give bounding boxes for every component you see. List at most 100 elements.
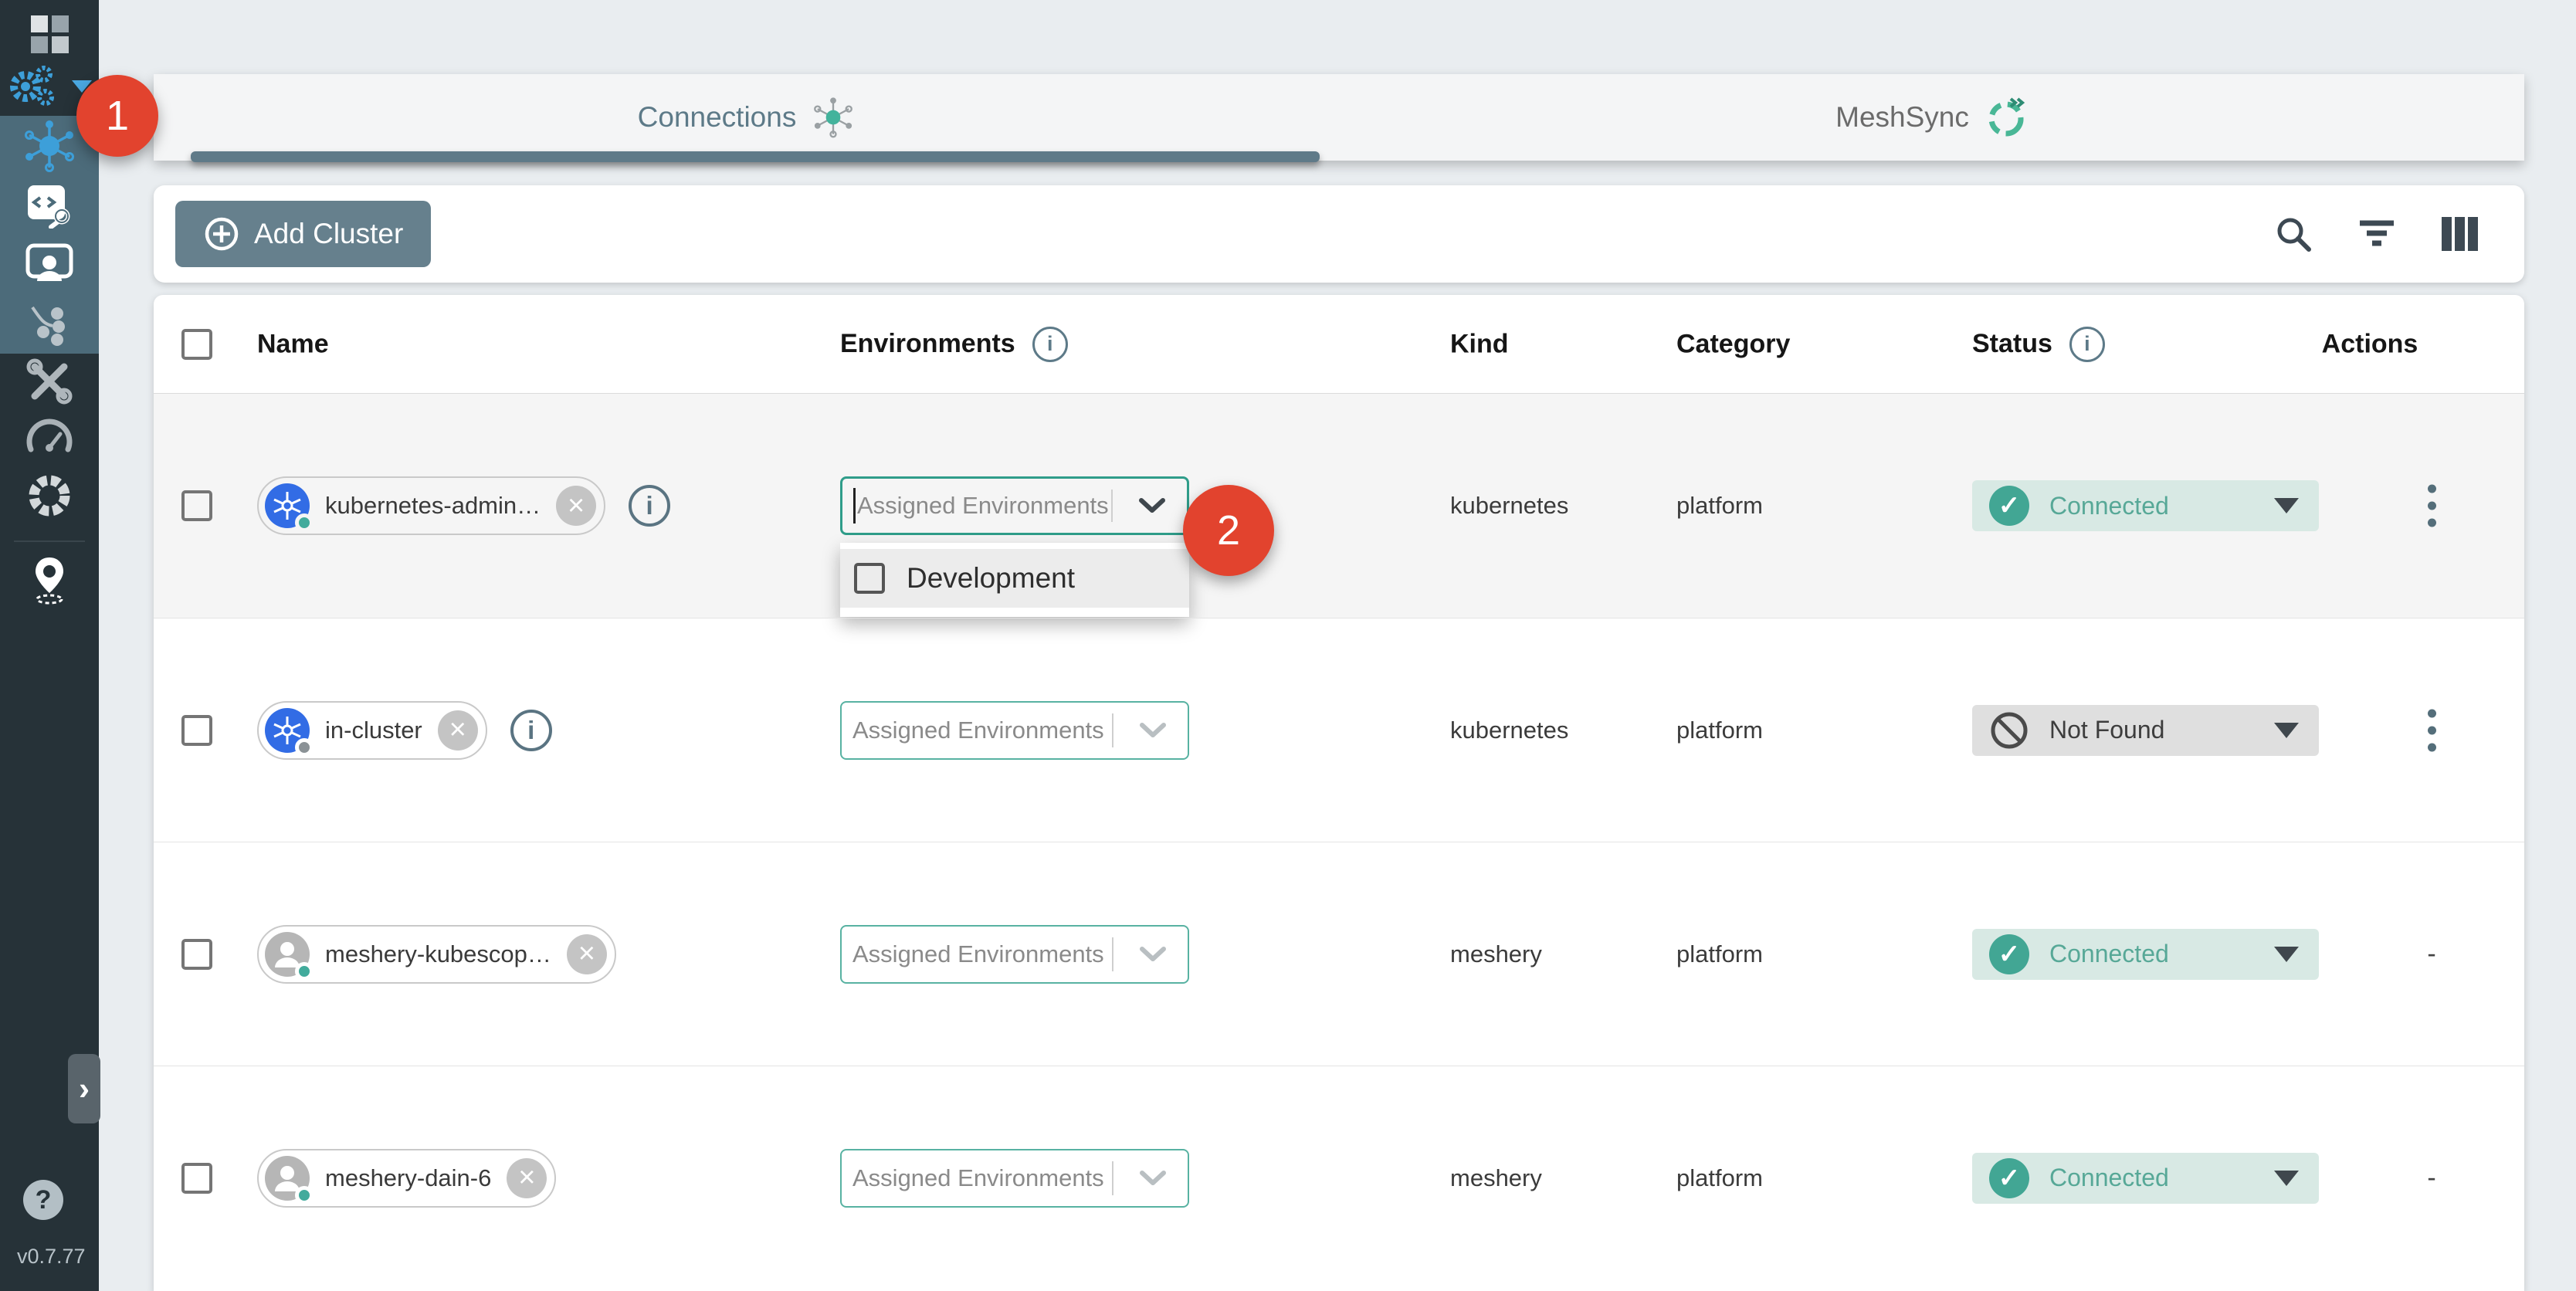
remove-connection-icon[interactable]: × bbox=[567, 934, 607, 974]
row-checkbox[interactable] bbox=[181, 1163, 212, 1194]
text-cursor bbox=[853, 488, 856, 524]
connection-chip[interactable]: meshery-dain-6 × bbox=[257, 1149, 556, 1208]
status-info-icon[interactable]: i bbox=[2069, 327, 2105, 362]
environments-placeholder: Assigned Environments bbox=[852, 940, 1104, 968]
connection-name: meshery-kubescop… bbox=[325, 940, 551, 968]
tab-meshsync[interactable]: MeshSync bbox=[1339, 74, 2524, 161]
select-divider bbox=[1112, 937, 1113, 971]
environments-select[interactable]: Assigned Environments bbox=[840, 1149, 1189, 1208]
kubernetes-icon bbox=[265, 708, 310, 753]
remove-connection-icon[interactable]: × bbox=[507, 1158, 547, 1198]
tab-connections[interactable]: Connections bbox=[154, 74, 1339, 161]
check-circle-icon: ✓ bbox=[1989, 934, 2029, 974]
row-checkbox[interactable] bbox=[181, 939, 212, 970]
annotation-step-1: 1 bbox=[76, 75, 158, 157]
kind-value: meshery bbox=[1450, 940, 1542, 968]
search-icon[interactable] bbox=[2274, 215, 2313, 253]
remove-connection-icon[interactable]: × bbox=[438, 710, 478, 751]
table-row: meshery-kubescop… × Assigned Environment… bbox=[154, 842, 2524, 1066]
connection-name: in-cluster bbox=[325, 717, 422, 744]
dashboard-grid-icon[interactable] bbox=[0, 6, 99, 62]
tab-meshsync-label: MeshSync bbox=[1835, 101, 1969, 134]
check-circle-icon: ✓ bbox=[1989, 486, 2029, 526]
kebab-menu-icon[interactable] bbox=[2423, 704, 2441, 756]
status-caret-icon bbox=[2274, 1171, 2299, 1186]
active-tab-indicator bbox=[191, 151, 1320, 162]
header-category[interactable]: Category bbox=[1676, 329, 1790, 359]
status-label: Connected bbox=[2049, 940, 2169, 968]
header-actions: Actions bbox=[2293, 329, 2447, 359]
kebab-menu-icon[interactable] bbox=[2423, 480, 2441, 532]
header-environments[interactable]: Environments bbox=[840, 329, 1015, 359]
connection-name: kubernetes-admin… bbox=[325, 492, 541, 520]
plus-circle-icon bbox=[203, 215, 240, 252]
status-dot bbox=[295, 1186, 314, 1205]
environments-dropdown: Development bbox=[840, 543, 1189, 617]
kind-value: kubernetes bbox=[1450, 717, 1568, 744]
connection-info-icon[interactable]: i bbox=[629, 485, 670, 527]
status-dot bbox=[295, 962, 314, 981]
view-columns-icon[interactable] bbox=[2441, 216, 2479, 252]
environments-select[interactable]: Assigned Environments bbox=[840, 925, 1189, 984]
sidebar-expand-handle[interactable]: › bbox=[68, 1054, 100, 1123]
connections-table: Name Environments i Kind Category Status… bbox=[154, 295, 2524, 1291]
remove-connection-icon[interactable]: × bbox=[556, 486, 596, 526]
environments-select[interactable]: Assigned Environments bbox=[840, 476, 1189, 535]
select-all-checkbox[interactable] bbox=[181, 329, 212, 360]
status-caret-icon bbox=[2274, 498, 2299, 513]
chevron-down-icon[interactable] bbox=[1140, 947, 1166, 962]
kind-value: meshery bbox=[1450, 1164, 1542, 1192]
status-chip[interactable]: ✓ Connected bbox=[1972, 929, 2319, 980]
extensions-icon[interactable] bbox=[0, 468, 99, 524]
select-divider bbox=[1112, 713, 1113, 747]
table-row: in-cluster × i Assigned Environments kub… bbox=[154, 618, 2524, 842]
environments-placeholder: Assigned Environments bbox=[857, 492, 1109, 520]
status-chip[interactable]: ✓ Connected bbox=[1972, 1153, 2319, 1204]
location-pin-icon[interactable] bbox=[0, 553, 99, 608]
environments-select[interactable]: Assigned Environments bbox=[840, 701, 1189, 760]
not-found-icon bbox=[1989, 710, 2029, 751]
header-name[interactable]: Name bbox=[257, 329, 329, 359]
dropdown-option-development[interactable]: Development bbox=[840, 549, 1189, 608]
status-chip[interactable]: Not Found bbox=[1972, 705, 2319, 756]
status-label: Connected bbox=[2049, 492, 2169, 520]
toolbox-icon[interactable] bbox=[0, 354, 99, 409]
connection-chip[interactable]: meshery-kubescop… × bbox=[257, 925, 616, 984]
add-cluster-button[interactable]: Add Cluster bbox=[175, 201, 431, 267]
help-icon[interactable]: ? bbox=[23, 1180, 63, 1220]
category-value: platform bbox=[1676, 717, 1763, 744]
filter-icon[interactable] bbox=[2357, 217, 2396, 251]
table-row: meshery-dain-6 × Assigned Environments m… bbox=[154, 1066, 2524, 1289]
performance-gauge-icon[interactable] bbox=[0, 408, 99, 463]
tabs-bar: Connections MeshSync bbox=[154, 74, 2524, 161]
sidebar-divider bbox=[14, 540, 85, 542]
connection-info-icon[interactable]: i bbox=[510, 710, 552, 751]
meshsync-icon bbox=[1985, 96, 2028, 139]
row-checkbox[interactable] bbox=[181, 715, 212, 746]
sidebar-item-pipeline[interactable] bbox=[0, 294, 99, 354]
status-label: Connected bbox=[2049, 1164, 2169, 1192]
status-chip[interactable]: ✓ Connected bbox=[1972, 480, 2319, 531]
select-divider bbox=[1111, 490, 1113, 522]
toolbar-card: Add Cluster bbox=[154, 185, 2524, 283]
chevron-down-icon[interactable] bbox=[1140, 723, 1166, 738]
sidebar-item-configuration[interactable] bbox=[0, 175, 99, 235]
connection-chip[interactable]: kubernetes-admin… × bbox=[257, 476, 605, 535]
environments-placeholder: Assigned Environments bbox=[852, 1164, 1104, 1192]
actions-empty: - bbox=[2427, 939, 2435, 969]
sidebar-item-remote-sessions[interactable] bbox=[0, 235, 99, 294]
category-value: platform bbox=[1676, 1164, 1763, 1192]
header-status[interactable]: Status bbox=[1972, 329, 2052, 359]
connection-chip[interactable]: in-cluster × bbox=[257, 701, 487, 760]
annotation-step-2: 2 bbox=[1183, 485, 1274, 576]
chevron-down-icon[interactable] bbox=[1139, 498, 1165, 513]
category-value: platform bbox=[1676, 940, 1763, 968]
row-checkbox[interactable] bbox=[181, 490, 212, 521]
header-kind[interactable]: Kind bbox=[1450, 329, 1509, 359]
environments-info-icon[interactable]: i bbox=[1032, 327, 1068, 362]
select-divider bbox=[1112, 1161, 1113, 1195]
chevron-down-icon[interactable] bbox=[1140, 1171, 1166, 1186]
actions-empty: - bbox=[2427, 1163, 2435, 1193]
option-checkbox[interactable] bbox=[854, 563, 885, 594]
status-caret-icon bbox=[2274, 723, 2299, 738]
